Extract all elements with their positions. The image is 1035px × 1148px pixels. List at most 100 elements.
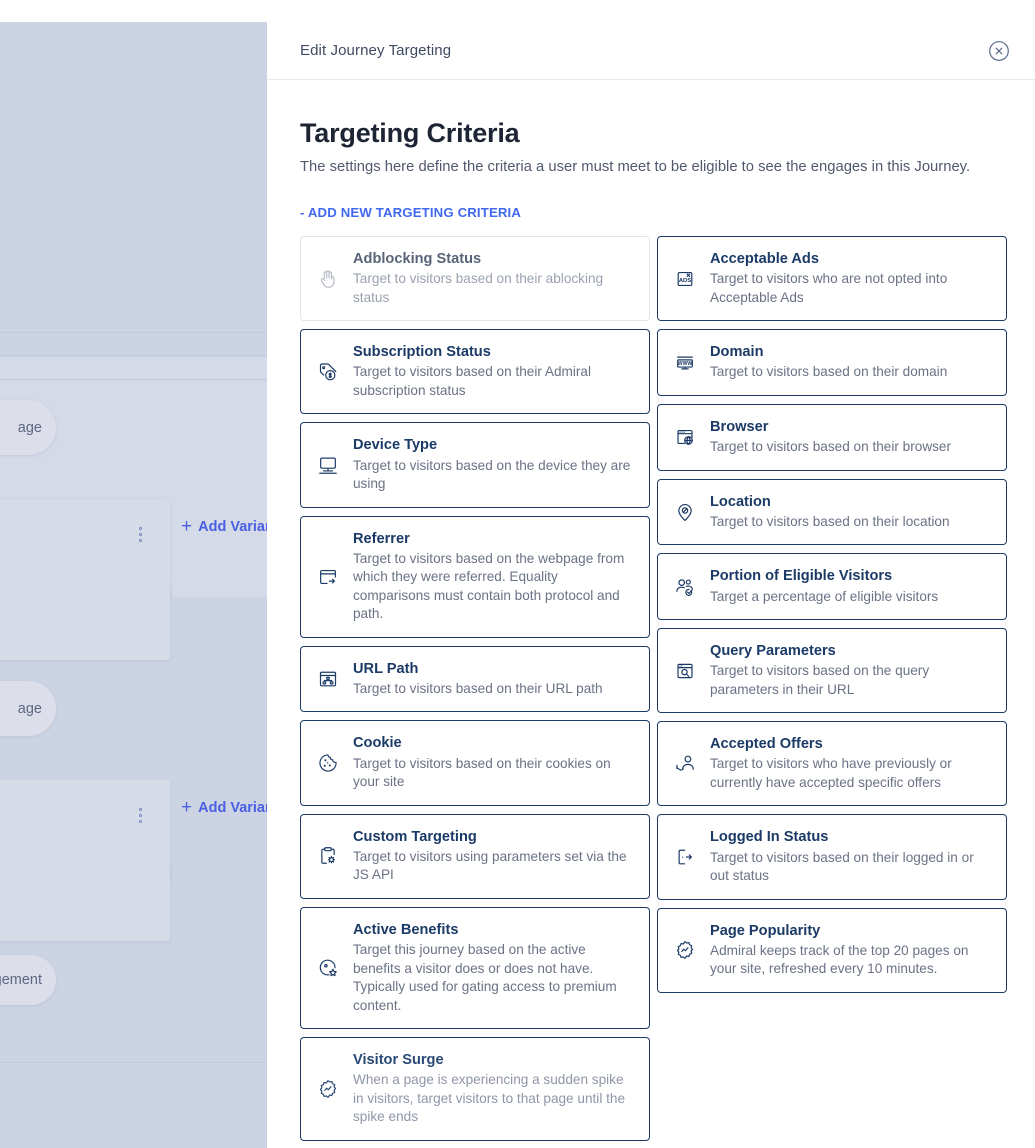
criteria-card-description: Target to visitors using parameters set … bbox=[353, 848, 627, 883]
criteria-card-cookie[interactable]: Cookie Target to visitors based on their … bbox=[300, 720, 650, 806]
burst-chart-icon bbox=[673, 939, 696, 962]
price-tag-dollar-icon bbox=[316, 360, 339, 383]
criteria-card-text: Logged In Status Target to visitors based… bbox=[710, 828, 990, 885]
criteria-card-url-path[interactable]: URL Path Target to visitors based on thei… bbox=[300, 645, 650, 713]
backdrop-pill-label: gement bbox=[0, 972, 42, 988]
criteria-card-description: Target to visitors based on the query pa… bbox=[710, 663, 930, 697]
backdrop-pill: gement bbox=[0, 955, 56, 1005]
criteria-card-text: Acceptable Ads Target to visitors who are… bbox=[710, 250, 990, 307]
backdrop-pill-label: age bbox=[17, 419, 42, 436]
door-exit-icon bbox=[673, 846, 696, 869]
clipboard-gear-icon bbox=[316, 845, 339, 868]
criteria-card-text: Visitor Surge When a page is experiencing… bbox=[353, 1051, 633, 1127]
criteria-card-description: Target to visitors based on their Admira… bbox=[353, 364, 592, 398]
backdrop-divider bbox=[0, 332, 267, 333]
criteria-card-description: Target to visitors based on their cookie… bbox=[353, 755, 611, 790]
panel-header: Edit Journey Targeting bbox=[267, 22, 1035, 80]
criteria-card-custom-targeting[interactable]: Custom Targeting Target to visitors using… bbox=[300, 813, 650, 899]
backdrop-band bbox=[0, 22, 267, 357]
criteria-card-text: Adblocking Status Target to visitors base… bbox=[353, 250, 633, 307]
criteria-card-description: Target to visitors based on the device t… bbox=[353, 457, 631, 492]
criteria-card-description: When a page is experiencing a sudden spi… bbox=[353, 1072, 626, 1125]
criteria-card-text: Custom Targeting Target to visitors using… bbox=[353, 828, 633, 885]
criteria-card-adblocking-status: Adblocking Status Target to visitors base… bbox=[300, 235, 650, 322]
criteria-card-location[interactable]: Location Target to visitors based on thei… bbox=[657, 478, 1007, 546]
backdrop-variant-card bbox=[0, 585, 170, 660]
criteria-card-title: Logged In Status bbox=[710, 829, 829, 846]
criteria-card-title: Portion of Eligible Visitors bbox=[710, 568, 893, 585]
criteria-card-title: Location bbox=[710, 493, 771, 510]
panel-body: Targeting Criteria The settings here def… bbox=[267, 80, 1035, 1141]
add-variant-label: Add Variant bbox=[198, 519, 267, 535]
criteria-card-description: Target this journey based on the active … bbox=[353, 942, 617, 1013]
criteria-card-title: Domain bbox=[710, 344, 764, 361]
criteria-card-description: Target to visitors based on their logged… bbox=[710, 849, 974, 884]
criteria-card-title: Browser bbox=[710, 418, 769, 435]
backdrop-pill-label: age bbox=[17, 700, 42, 717]
criteria-card-portion-of-eligible-visitors[interactable]: Portion of Eligible Visitors Target a per… bbox=[657, 553, 1007, 621]
criteria-card-title: Referrer bbox=[353, 530, 410, 547]
criteria-card-description: Target to visitors based on the webpage … bbox=[353, 550, 625, 622]
criteria-card-text: Browser Target to visitors based on their… bbox=[710, 418, 990, 457]
backdrop-card-menu-icon bbox=[139, 808, 142, 823]
plus-icon: + bbox=[181, 797, 193, 818]
criteria-card-title: Custom Targeting bbox=[353, 828, 477, 845]
criteria-card-description: Target to visitors who are not opted int… bbox=[710, 271, 948, 305]
criteria-card-browser[interactable]: Browser Target to visitors based on their… bbox=[657, 403, 1007, 471]
backdrop-divider bbox=[0, 355, 267, 356]
backdrop-divider bbox=[0, 379, 267, 380]
criteria-card-query-parameters[interactable]: Query Parameters Target to visitors based… bbox=[657, 628, 1007, 714]
criteria-card-description: Admiral keeps track of the top 20 pages … bbox=[710, 942, 969, 977]
add-new-targeting-criteria-link[interactable]: - ADD NEW TARGETING CRITERIA bbox=[300, 205, 521, 220]
criteria-card-description: Target a percentage of eligible visitors bbox=[710, 588, 939, 604]
criteria-card-title: Query Parameters bbox=[710, 643, 836, 660]
criteria-card-title: Accepted Offers bbox=[710, 736, 823, 753]
criteria-card-logged-in-status[interactable]: Logged In Status Target to visitors based… bbox=[657, 814, 1007, 900]
criteria-card-accepted-offers[interactable]: Accepted Offers Target to visitors who ha… bbox=[657, 721, 1007, 807]
criteria-card-title: URL Path bbox=[353, 660, 419, 677]
browser-window-arrow-icon bbox=[316, 565, 339, 588]
criteria-card-description: Target to visitors based on their browse… bbox=[710, 439, 952, 455]
criteria-card-active-benefits[interactable]: Active Benefits Target this journey based… bbox=[300, 906, 650, 1030]
svg-text:WWW: WWW bbox=[677, 361, 692, 367]
criteria-card-description: Target to visitors based on their domain bbox=[710, 364, 948, 380]
plus-icon: + bbox=[181, 516, 193, 537]
browser-search-icon bbox=[673, 659, 696, 682]
backdrop-divider bbox=[0, 1062, 267, 1063]
criteria-column-right: ADS Acceptable Ads Target to visitors who … bbox=[657, 235, 1007, 993]
criteria-card-text: Subscription Status Target to visitors ba… bbox=[353, 343, 633, 400]
criteria-card-title: Cookie bbox=[353, 735, 402, 752]
criteria-card-text: Accepted Offers Target to visitors who ha… bbox=[710, 735, 990, 792]
criteria-card-title: Acceptable Ads bbox=[710, 250, 819, 267]
criteria-card-text: Referrer Target to visitors based on the … bbox=[353, 530, 633, 624]
criteria-card-title: Adblocking Status bbox=[353, 250, 482, 267]
criteria-card-title: Device Type bbox=[353, 437, 438, 454]
burst-chart-icon bbox=[316, 1077, 339, 1100]
criteria-card-page-popularity[interactable]: Page Popularity Admiral keeps track of th… bbox=[657, 907, 1007, 993]
criteria-card-description: Target to visitors based on their ablock… bbox=[353, 271, 604, 305]
browser-sitemap-icon bbox=[316, 668, 339, 691]
criteria-card-device-type[interactable]: Device Type Target to visitors based on t… bbox=[300, 422, 650, 508]
app-root: age + Add Variant age + Add Variant geme… bbox=[0, 0, 1035, 1148]
criteria-card-text: Page Popularity Admiral keeps track of th… bbox=[710, 922, 990, 979]
criteria-card-acceptable-ads[interactable]: ADS Acceptable Ads Target to visitors who … bbox=[657, 235, 1007, 322]
map-pin-icon bbox=[673, 500, 696, 523]
criteria-card-title: Active Benefits bbox=[353, 921, 459, 938]
hand-raised-icon bbox=[316, 267, 339, 290]
page-title: Targeting Criteria bbox=[300, 118, 520, 148]
criteria-card-domain[interactable]: WWW Domain Target to visitors based on the… bbox=[657, 329, 1007, 396]
close-icon[interactable] bbox=[988, 40, 1010, 62]
browser-globe-icon bbox=[673, 426, 696, 449]
criteria-card-subscription-status[interactable]: Subscription Status Target to visitors ba… bbox=[300, 329, 650, 415]
criteria-card-visitor-surge[interactable]: Visitor Surge When a page is experiencing… bbox=[300, 1037, 650, 1141]
criteria-card-referrer[interactable]: Referrer Target to visitors based on the … bbox=[300, 515, 650, 638]
journey-builder-backdrop: age + Add Variant age + Add Variant geme… bbox=[0, 22, 267, 1148]
criteria-card-text: Domain Target to visitors based on their … bbox=[710, 343, 990, 382]
cookie-icon bbox=[316, 752, 339, 775]
add-variant-label: Add Variant bbox=[198, 800, 267, 816]
criteria-card-description: Target to visitors based on their locati… bbox=[710, 513, 950, 529]
badge-star-icon bbox=[316, 956, 339, 979]
www-monitor-icon: WWW bbox=[673, 351, 696, 374]
backdrop-pill: age bbox=[0, 400, 56, 455]
criteria-column-left: Adblocking Status Target to visitors base… bbox=[300, 235, 650, 1141]
